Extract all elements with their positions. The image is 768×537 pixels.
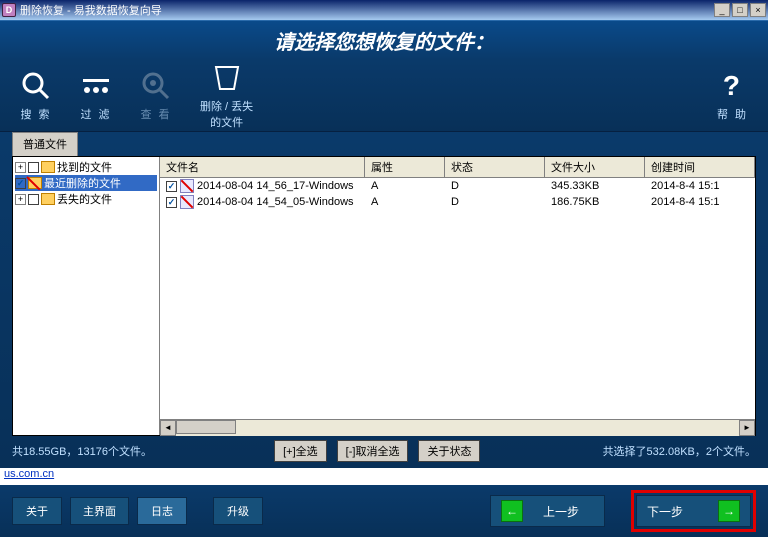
folder-tree[interactable]: + 找到的文件 最近删除的文件 + 丢失的文件 [13, 157, 160, 435]
col-time[interactable]: 创建时间 [645, 157, 755, 177]
maximize-button[interactable]: □ [732, 3, 748, 17]
content-area: 普通文件 + 找到的文件 最近删除的文件 + 丢失的文件 [0, 132, 768, 468]
footer: 关于 主界面 日志 升级 ← 上一步 下一步 → [0, 485, 768, 537]
website-link[interactable]: us.com.cn [4, 468, 54, 480]
view-icon [140, 70, 172, 102]
arrow-right-icon: → [718, 500, 740, 522]
file-time: 2014-8-4 15:1 [645, 180, 755, 192]
toolbar: 搜 索 过 滤 查 看 删除 / 丢失 的文件 ? 帮 助 [0, 60, 768, 132]
file-row[interactable]: 2014-08-04 14_56_17-Windows A D 345.33KB… [160, 178, 755, 194]
tree-checkbox[interactable] [15, 178, 26, 189]
window-title: 删除恢复 - 易我数据恢复向导 [20, 2, 162, 18]
deselect-all-button[interactable]: [-]取消全选 [337, 440, 409, 462]
tabbar: 普通文件 [12, 132, 756, 156]
file-size: 345.33KB [545, 180, 645, 192]
col-size[interactable]: 文件大小 [545, 157, 645, 177]
file-size: 186.75KB [545, 196, 645, 208]
col-status[interactable]: 状态 [445, 157, 545, 177]
folder-icon [41, 161, 55, 173]
tool-label: 查 看 [140, 106, 171, 122]
file-attr: A [365, 180, 445, 192]
file-time: 2014-8-4 15:1 [645, 196, 755, 208]
tool-label: 过 滤 [80, 106, 111, 122]
prev-label: 上一步 [543, 503, 579, 520]
app-icon: D [2, 3, 16, 17]
log-button[interactable]: 日志 [137, 497, 187, 525]
col-attr[interactable]: 属性 [365, 157, 445, 177]
tree-label: 丢失的文件 [57, 191, 112, 207]
file-deleted-icon [180, 195, 194, 209]
trash-icon [211, 62, 243, 94]
col-filename[interactable]: 文件名 [160, 157, 365, 177]
tool-label: 搜 索 [20, 106, 51, 122]
file-grid: 文件名 属性 状态 文件大小 创建时间 2014-08-04 14_56_17-… [160, 157, 755, 435]
help-button[interactable]: ? 帮 助 [717, 70, 748, 122]
view-button: 查 看 [140, 70, 172, 122]
arrow-left-icon: ← [501, 500, 523, 522]
expand-icon[interactable]: + [15, 194, 26, 205]
deleted-lost-button[interactable]: 删除 / 丢失 的文件 [200, 62, 253, 130]
file-checkbox[interactable] [166, 181, 177, 192]
tree-checkbox[interactable] [28, 162, 39, 173]
minimize-button[interactable]: _ [714, 3, 730, 17]
tool-label: 帮 助 [717, 106, 748, 122]
help-icon: ? [723, 70, 742, 102]
search-button[interactable]: 搜 索 [20, 70, 52, 122]
about-status-button[interactable]: 关于状态 [418, 440, 480, 462]
tree-row-found[interactable]: + 找到的文件 [15, 159, 157, 175]
file-status: D [445, 196, 545, 208]
panels: + 找到的文件 最近删除的文件 + 丢失的文件 文件名 [12, 156, 756, 436]
tab-normal-files[interactable]: 普通文件 [12, 132, 78, 156]
upgrade-button[interactable]: 升级 [213, 497, 263, 525]
tree-label: 最近删除的文件 [44, 175, 121, 191]
main-ui-button[interactable]: 主界面 [70, 497, 129, 525]
prev-button[interactable]: ← 上一步 [490, 495, 605, 527]
horizontal-scrollbar[interactable]: ◄ ► [160, 419, 755, 435]
file-checkbox[interactable] [166, 197, 177, 208]
highlight-next: 下一步 → [631, 490, 756, 532]
status-bar: 共18.55GB，13176个文件。 [+]全选 [-]取消全选 关于状态 共选… [12, 436, 756, 466]
expand-icon[interactable]: + [15, 162, 26, 173]
next-label: 下一步 [647, 503, 683, 520]
header: 请选择您想恢复的文件： [0, 20, 768, 60]
grid-body[interactable]: 2014-08-04 14_56_17-Windows A D 345.33KB… [160, 178, 755, 419]
tree-checkbox[interactable] [28, 194, 39, 205]
filter-icon [80, 70, 112, 102]
status-total: 共18.55GB，13176个文件。 [12, 443, 152, 459]
filter-button[interactable]: 过 滤 [80, 70, 112, 122]
header-prompt: 请选择您想恢复的文件： [274, 26, 494, 55]
file-name: 2014-08-04 14_54_05-Windows [197, 196, 354, 208]
tool-label: 删除 / 丢失 的文件 [200, 98, 253, 130]
tree-label: 找到的文件 [57, 159, 112, 175]
status-selected: 共选择了532.08KB，2个文件。 [603, 443, 756, 459]
file-deleted-icon [180, 179, 194, 193]
close-button[interactable]: × [750, 3, 766, 17]
folder-icon [41, 193, 55, 205]
tree-row-recent-deleted[interactable]: 最近删除的文件 [15, 175, 157, 191]
scroll-thumb[interactable] [176, 420, 236, 434]
grid-header: 文件名 属性 状态 文件大小 创建时间 [160, 157, 755, 178]
file-name: 2014-08-04 14_56_17-Windows [197, 180, 354, 192]
next-button[interactable]: 下一步 → [636, 495, 751, 527]
linkbar: us.com.cn [0, 468, 768, 485]
file-row[interactable]: 2014-08-04 14_54_05-Windows A D 186.75KB… [160, 194, 755, 210]
file-attr: A [365, 196, 445, 208]
scroll-left-button[interactable]: ◄ [160, 420, 176, 436]
scroll-track[interactable] [176, 420, 739, 436]
highlight-box: 最近删除的文件 [15, 175, 157, 191]
scroll-right-button[interactable]: ► [739, 420, 755, 436]
tree-row-lost[interactable]: + 丢失的文件 [15, 191, 157, 207]
select-all-button[interactable]: [+]全选 [274, 440, 327, 462]
about-button[interactable]: 关于 [12, 497, 62, 525]
titlebar: D 删除恢复 - 易我数据恢复向导 _ □ × [0, 0, 768, 20]
file-status: D [445, 180, 545, 192]
search-icon [20, 70, 52, 102]
folder-deleted-icon [28, 177, 42, 189]
